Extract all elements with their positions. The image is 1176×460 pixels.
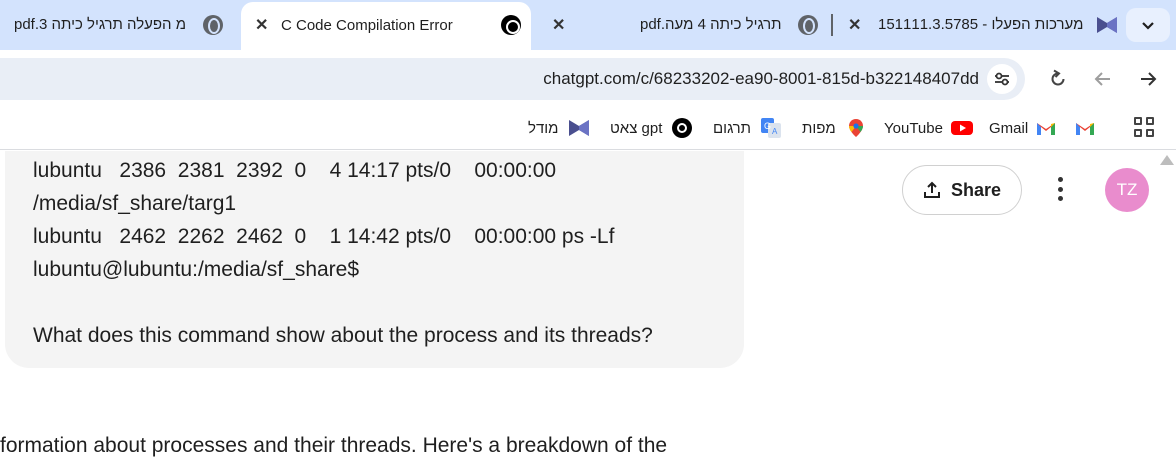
message-line: /media/sf_share/targ1 [33,192,237,215]
google-translate-icon: GA [761,118,782,138]
close-icon[interactable]: ✕ [848,15,861,35]
svg-text:G: G [764,121,771,131]
share-label: Share [950,179,1002,200]
google-maps-icon [846,118,866,138]
scroll-up-arrow-icon[interactable] [1160,155,1174,165]
globe-icon [798,15,818,35]
bookmark-label: Gmail [989,119,1029,137]
bookmark-gmail-2[interactable] [1075,116,1095,140]
more-options-icon[interactable] [1048,173,1072,205]
bookmarks-bar: מודל צאט gpt תרגום GA מפות YouTube Gmail [0,108,1176,150]
message-line: lubuntu 2462 2262 2462 0 1 14:42 pts/0 0… [33,225,615,248]
share-button[interactable]: Share [902,165,1022,215]
assistant-reply-text: formation about processes and their thre… [0,434,668,457]
chat-page: lubuntu 2386 2381 2392 0 4 14:17 pts/0 0… [0,151,1176,460]
browser-toolbar: chatgpt.com/c/68233202-ea90-8001-815d-b3… [0,50,1176,108]
bookmark-label: מודל [528,119,559,137]
moodle-icon [1096,14,1118,36]
moodle-icon [568,118,590,138]
chatgpt-icon [672,118,693,138]
message-question: What does this command show about the pr… [33,324,653,347]
bookmark-label: מפות [802,119,836,137]
reload-icon[interactable] [1045,66,1071,92]
bookmark-chatgpt[interactable]: צאט gpt [610,116,693,140]
avatar[interactable]: TZ [1105,168,1149,212]
message-line: lubuntu@lubuntu:/media/sf_share$ [33,258,360,281]
site-settings-icon[interactable] [987,64,1017,94]
user-message-bubble: lubuntu 2386 2381 2392 0 4 14:17 pts/0 0… [5,151,744,368]
close-icon[interactable]: ✕ [255,15,268,35]
globe-icon [203,15,223,35]
tab-class-exercise-4[interactable]: ✕ pdf.תרגיל כיתה 4 מעה [540,0,828,50]
bookmark-maps[interactable]: מפות [802,116,866,140]
message-line: lubuntu 2386 2381 2392 0 4 14:17 pts/0 0… [33,159,557,182]
forward-arrow-icon[interactable] [1135,66,1161,92]
tab-separator [831,14,833,36]
apps-grid-icon[interactable] [1134,117,1154,137]
tab-class-exercise-3[interactable]: pdf.3 מ הפעלה תרגיל כיתה [0,0,240,50]
close-icon[interactable]: ✕ [552,15,565,35]
bookmark-translate[interactable]: תרגום GA [713,116,782,140]
tab-strip: pdf.3 מ הפעלה תרגיל כיתה ✕ C Code Compil… [0,0,1176,50]
tab-search-button[interactable] [1126,8,1170,42]
bookmark-moodle[interactable]: מודל [528,116,590,140]
tab-title: 151111.3.5785 - מערכות הפעלו [878,16,1084,33]
tab-title: C Code Compilation Error [281,17,453,34]
url-text[interactable]: chatgpt.com/c/68233202-ea90-8001-815d-b3… [543,69,979,89]
bookmark-youtube[interactable]: YouTube [884,116,973,140]
chatgpt-icon [501,15,521,35]
tab-c-code-compilation-error[interactable]: ✕ C Code Compilation Error [241,2,531,50]
share-icon [923,181,940,198]
bookmark-label: תרגום [713,119,752,137]
svg-text:A: A [772,127,778,136]
bookmark-label: YouTube [884,119,943,137]
youtube-icon [950,118,973,138]
bookmark-label: צאט gpt [610,119,663,137]
gmail-icon [1075,118,1095,138]
back-arrow-icon[interactable] [1090,66,1116,92]
tab-title: pdf.3 מ הפעלה תרגיל כיתה [14,16,187,33]
tab-operating-systems-course[interactable]: ✕ 151111.3.5785 - מערכות הפעלו [838,0,1123,50]
chevron-down-icon [1142,22,1154,30]
tab-title: pdf.תרגיל כיתה 4 מעה [640,16,782,33]
gmail-icon [1036,118,1056,138]
address-bar[interactable]: chatgpt.com/c/68233202-ea90-8001-815d-b3… [0,58,1025,100]
bookmark-gmail[interactable]: Gmail [989,116,1056,140]
